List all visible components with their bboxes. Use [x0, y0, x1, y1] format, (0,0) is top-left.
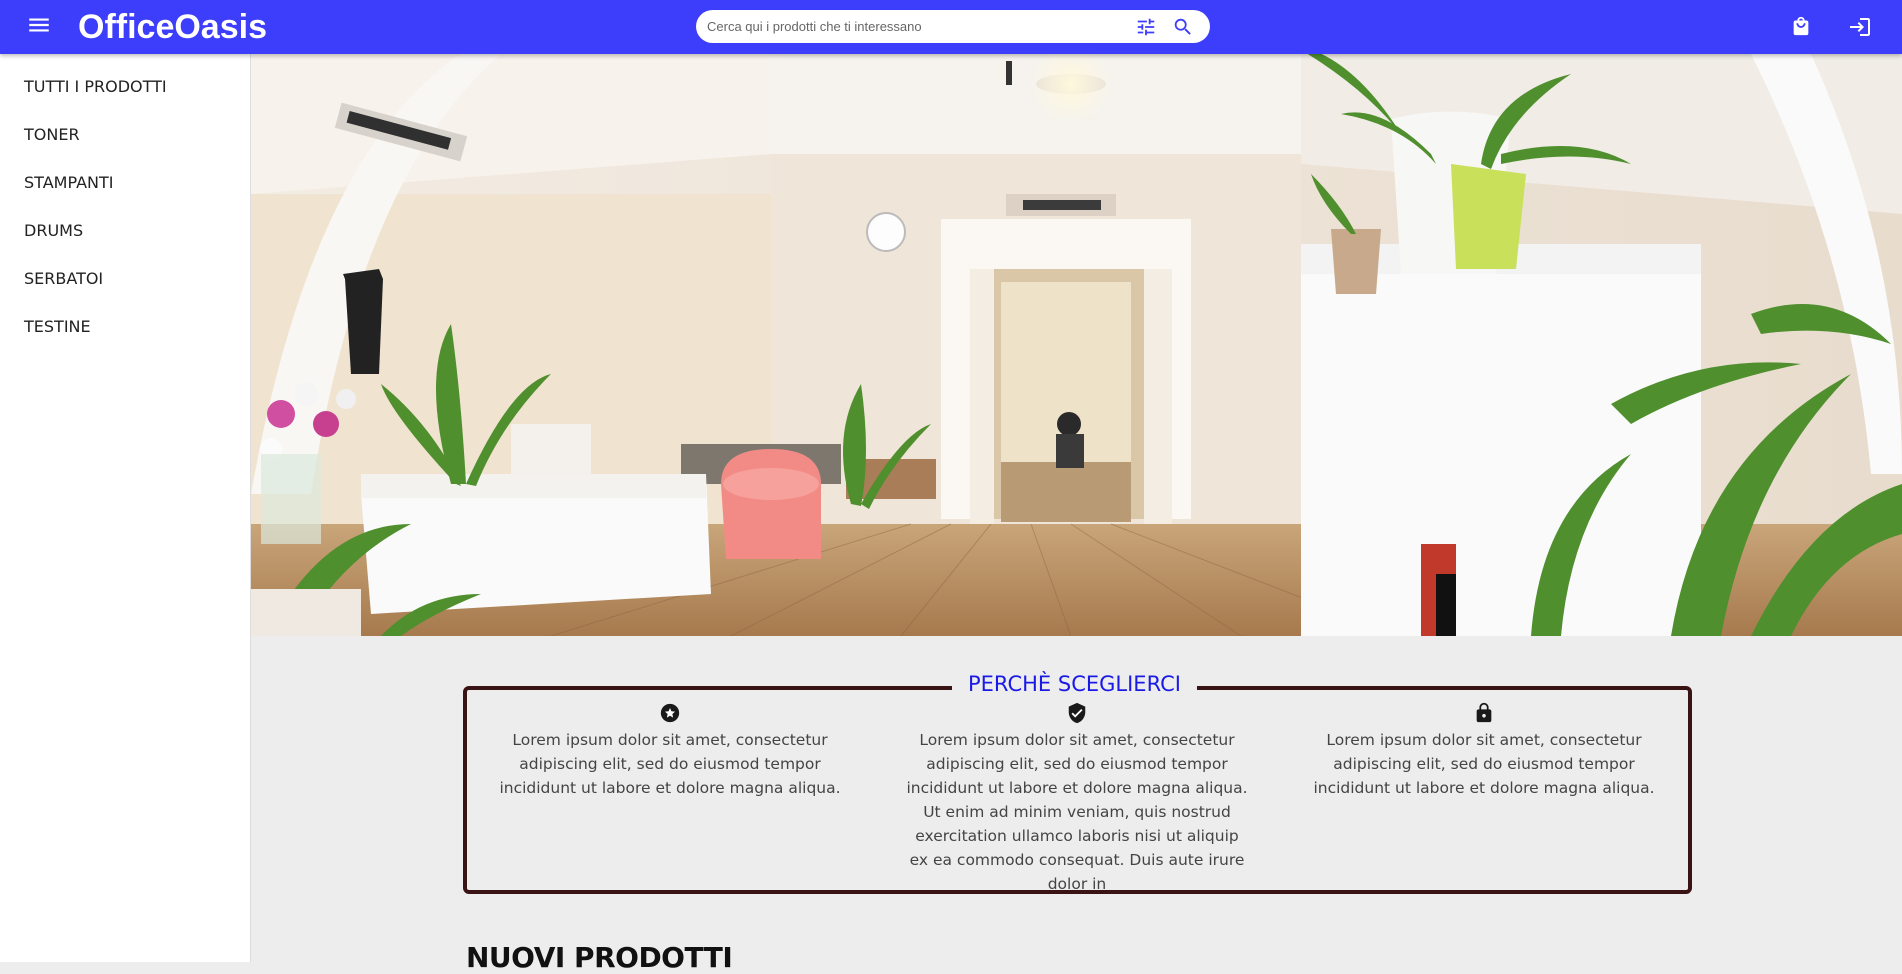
sidebar-item-testine[interactable]: TESTINE [0, 316, 250, 364]
new-products-heading: NUOVI PRODOTTI [466, 941, 733, 974]
hero-image [251, 54, 1902, 636]
feature-column-2: Lorem ipsum dolor sit amet, consectetur … [901, 700, 1253, 896]
sidebar-item-stampanti[interactable]: STAMPANTI [0, 172, 250, 220]
shopping-bag-icon[interactable] [1790, 14, 1812, 38]
lock-icon [1476, 702, 1492, 723]
sidebar-item-drums[interactable]: DRUMS [0, 220, 250, 268]
login-icon[interactable] [1848, 15, 1872, 39]
menu-icon[interactable] [26, 12, 52, 38]
sidebar-item-serbatoi[interactable]: SERBATOI [0, 268, 250, 316]
brand-logo[interactable]: OfficeOasis [78, 8, 267, 47]
feature-column-3: Lorem ipsum dolor sit amet, consectetur … [1308, 700, 1660, 800]
feature-text-3: Lorem ipsum dolor sit amet, consectetur … [1313, 731, 1655, 797]
tune-icon[interactable] [1135, 16, 1157, 38]
sidebar-item-tutti-i-prodotti[interactable]: TUTTI I PRODOTTI [0, 76, 250, 124]
office-interior-illustration [251, 54, 1902, 636]
category-sidebar: TUTTI I PRODOTTI TONER STAMPANTI DRUMS S… [0, 54, 251, 962]
top-app-bar: OfficeOasis [0, 0, 1902, 54]
search-icon[interactable] [1172, 16, 1194, 38]
search-bar [696, 10, 1210, 43]
search-input[interactable] [707, 19, 1107, 34]
feature-text-1: Lorem ipsum dolor sit amet, consectetur … [499, 731, 841, 797]
sidebar-item-toner[interactable]: TONER [0, 124, 250, 172]
feature-text-2: Lorem ipsum dolor sit amet, consectetur … [906, 731, 1248, 893]
star-circle-icon [660, 703, 680, 723]
feature-column-1: Lorem ipsum dolor sit amet, consectetur … [494, 700, 846, 800]
why-choose-us-title: PERCHÈ SCEGLIERCI [952, 672, 1197, 696]
shield-check-icon [1068, 702, 1086, 724]
